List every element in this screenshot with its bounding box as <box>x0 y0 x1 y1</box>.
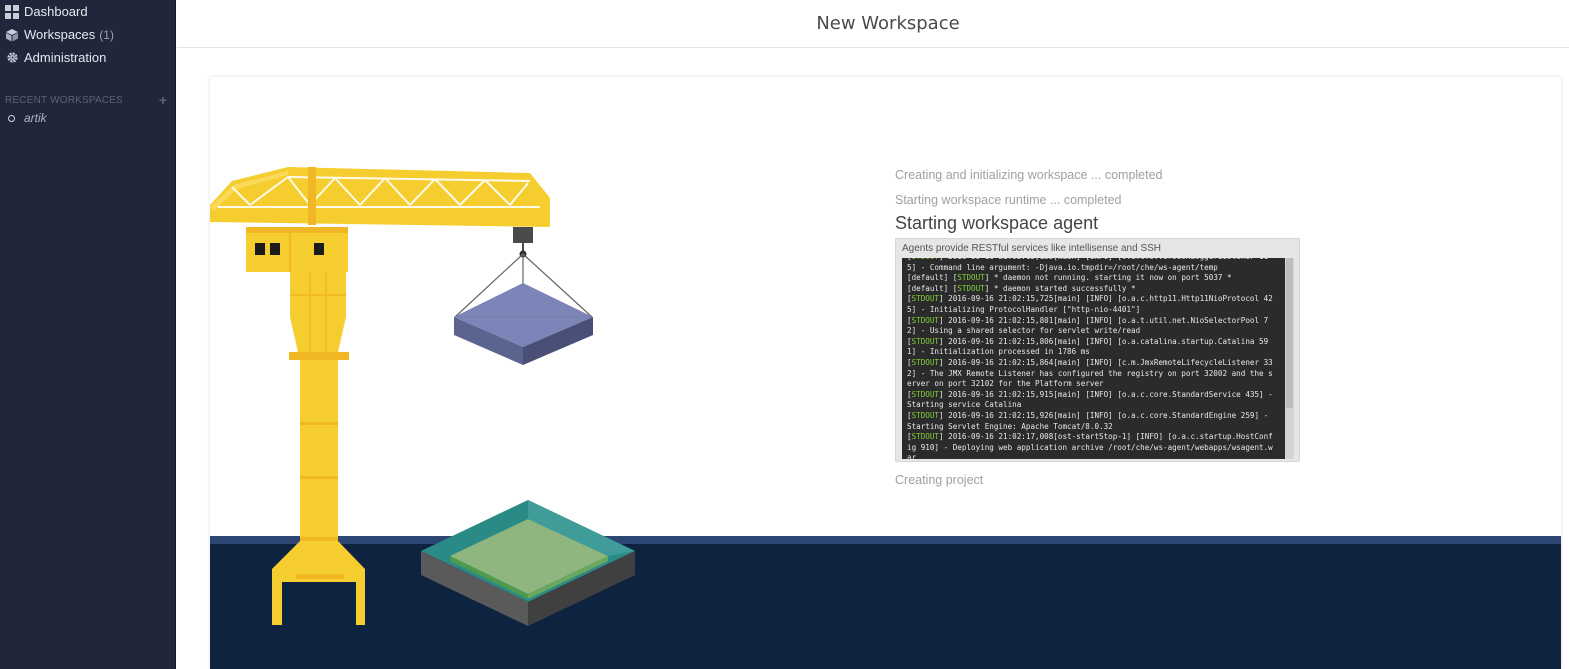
add-workspace-button[interactable]: + <box>159 92 167 108</box>
recent-workspace-item[interactable]: artik <box>0 108 175 128</box>
step-create-project: Creating project <box>895 473 984 487</box>
log-line: [STDOUT] 2016-09-16 21:02:15,926[main] [… <box>907 411 1276 432</box>
cube-icon <box>5 28 19 42</box>
step-current-agent: Starting workspace agent <box>895 213 1099 233</box>
nav-workspaces-label: Workspaces <box>24 27 96 42</box>
crane-hook <box>454 227 593 365</box>
log-line: [STDOUT] 2016-09-16 21:02:15,725[main] [… <box>907 294 1276 315</box>
log-line: [default] [STDOUT] * daemon not running.… <box>907 273 1276 284</box>
agent-log-caption: Agents provide RESTful services like int… <box>902 243 1162 254</box>
page-header: New Workspace <box>177 0 1569 48</box>
log-line: [STDOUT] 2016-09-16 21:02:15,133[main] [… <box>907 258 1276 273</box>
log-line-text: ] 2016-09-16 21:02:17,008[ost-startStop-… <box>907 432 1273 459</box>
log-line-tag: STDOUT <box>911 336 940 346</box>
recent-workspaces-title: RECENT WORKSPACES <box>5 94 124 106</box>
log-line-tag: STDOUT <box>957 273 985 283</box>
nav-dashboard-label: Dashboard <box>24 4 88 19</box>
gear-icon <box>5 51 19 65</box>
log-line-text: ] 2016-09-16 21:02:15,864[main] [INFO] [… <box>907 357 1273 389</box>
workspace-progress: Creating and initializing workspace ... … <box>895 166 1300 496</box>
log-lines: [STDOUT] 2016-09-16 21:02:15,133[main] [… <box>902 258 1294 459</box>
page-title: New Workspace <box>816 13 960 34</box>
log-line-text: ] 2016-09-16 21:02:15,926[main] [INFO] [… <box>907 410 1273 431</box>
step-create-workspace: Creating and initializing workspace ... … <box>895 168 1163 182</box>
log-line-tag: STDOUT <box>911 294 940 304</box>
log-scrollbar[interactable] <box>1285 258 1294 459</box>
nav-administration-label: Administration <box>24 50 107 65</box>
log-line-tag: STDOUT <box>957 283 985 293</box>
recent-workspaces-header: RECENT WORKSPACES + <box>0 92 175 108</box>
workspace-loader <box>210 77 1561 669</box>
barge <box>421 500 635 626</box>
crane-boom <box>210 167 550 227</box>
log-line-tag: STDOUT <box>911 389 940 399</box>
log-line: [default] [STDOUT] * daemon started succ… <box>907 284 1276 295</box>
agent-log-panel: Agents provide RESTful services like int… <box>895 238 1300 462</box>
log-line-text: ] 2016-09-16 21:02:15,915[main] [INFO] [… <box>907 389 1278 410</box>
log-line-prefix: [default] [ <box>907 273 958 283</box>
crane-cabin <box>246 227 348 272</box>
workspaces-count: (1) <box>99 27 114 42</box>
crane-tower <box>272 272 365 625</box>
log-line: [STDOUT] 2016-09-16 21:02:15,801[main] [… <box>907 316 1276 337</box>
log-line: [STDOUT] 2016-09-16 21:02:15,915[main] [… <box>907 390 1276 411</box>
nav-workspaces[interactable]: Workspaces (1) <box>0 23 175 46</box>
log-scrollbar-thumb[interactable] <box>1286 258 1293 408</box>
log-line-text: ] * daemon not running. starting it now … <box>984 273 1232 283</box>
recent-workspace-label: artik <box>24 111 47 125</box>
nav-administration[interactable]: Administration <box>0 46 175 69</box>
log-line: [STDOUT] 2016-09-16 21:02:15,806[main] [… <box>907 337 1276 358</box>
log-line-tag: STDOUT <box>911 315 940 325</box>
log-line-text: ] * daemon started successfully * <box>984 283 1136 293</box>
dashboard-icon <box>5 4 19 19</box>
sidebar: Dashboard Workspaces (1) Administration … <box>0 0 176 669</box>
log-line-tag: STDOUT <box>912 258 939 261</box>
log-line-tag: STDOUT <box>911 357 940 367</box>
agent-log-output[interactable]: [STDOUT] 2016-09-16 21:02:15,133[main] [… <box>902 258 1294 459</box>
log-line-text: ] 2016-09-16 21:02:15,725[main] [INFO] [… <box>907 294 1273 314</box>
log-line-text: ] 2016-09-16 21:02:15,133[main] [INFO] [… <box>907 258 1268 272</box>
log-line-tag: STDOUT <box>911 432 940 442</box>
log-line-text: ] 2016-09-16 21:02:15,801[main] [INFO] [… <box>907 315 1269 336</box>
nav-dashboard[interactable]: Dashboard <box>0 0 175 23</box>
crane-illustration <box>210 167 635 626</box>
log-line: [STDOUT] 2016-09-16 21:02:17,008[ost-sta… <box>907 432 1276 459</box>
log-line-tag: STDOUT <box>911 410 940 420</box>
log-line-prefix: [default] [ <box>907 283 958 293</box>
workspace-status-icon <box>8 114 15 122</box>
log-line: [STDOUT] 2016-09-16 21:02:15,864[main] [… <box>907 358 1276 390</box>
log-line-text: ] 2016-09-16 21:02:15,806[main] [INFO] [… <box>907 336 1269 357</box>
